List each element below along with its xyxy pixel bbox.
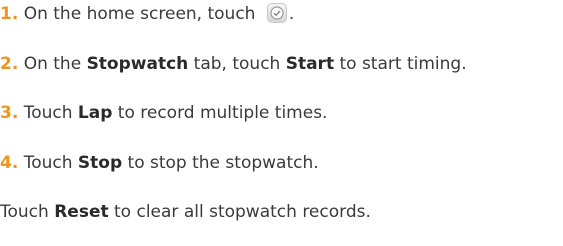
clock-icon: [266, 3, 287, 23]
step-text-end: .: [288, 4, 295, 24]
step-text: On the home screen, touch: [18, 4, 261, 24]
step-text: Touch: [18, 103, 78, 123]
stopwatch-tab-label: Stopwatch: [86, 54, 189, 74]
step-number: 2.: [0, 54, 19, 74]
step-3: 3. Touch Lap to record multiple times.: [0, 101, 327, 125]
note-text-end: to clear all stopwatch records.: [108, 202, 371, 222]
stop-label: Stop: [77, 153, 123, 173]
start-label: Start: [285, 54, 335, 74]
step-number: 1.: [0, 4, 19, 24]
step-number: 4.: [0, 153, 19, 173]
step-2: 2. On the Stopwatch tab, touch Start to …: [0, 52, 467, 76]
lap-label: Lap: [77, 103, 113, 123]
step-1: 1. On the home screen, touch .: [0, 2, 294, 26]
note: Touch Reset to clear all stopwatch recor…: [0, 200, 371, 224]
step-text-end: to start timing.: [334, 54, 467, 74]
note-text: Touch: [0, 202, 55, 222]
step-text: On the: [18, 54, 87, 74]
step-text-end: to stop the stopwatch.: [122, 153, 319, 173]
step-4: 4. Touch Stop to stop the stopwatch.: [0, 151, 319, 175]
reset-label: Reset: [54, 202, 109, 222]
step-number: 3.: [0, 103, 19, 123]
step-text-middle: tab, touch: [188, 54, 286, 74]
step-text-end: to record multiple times.: [112, 103, 328, 123]
step-text: Touch: [18, 153, 78, 173]
